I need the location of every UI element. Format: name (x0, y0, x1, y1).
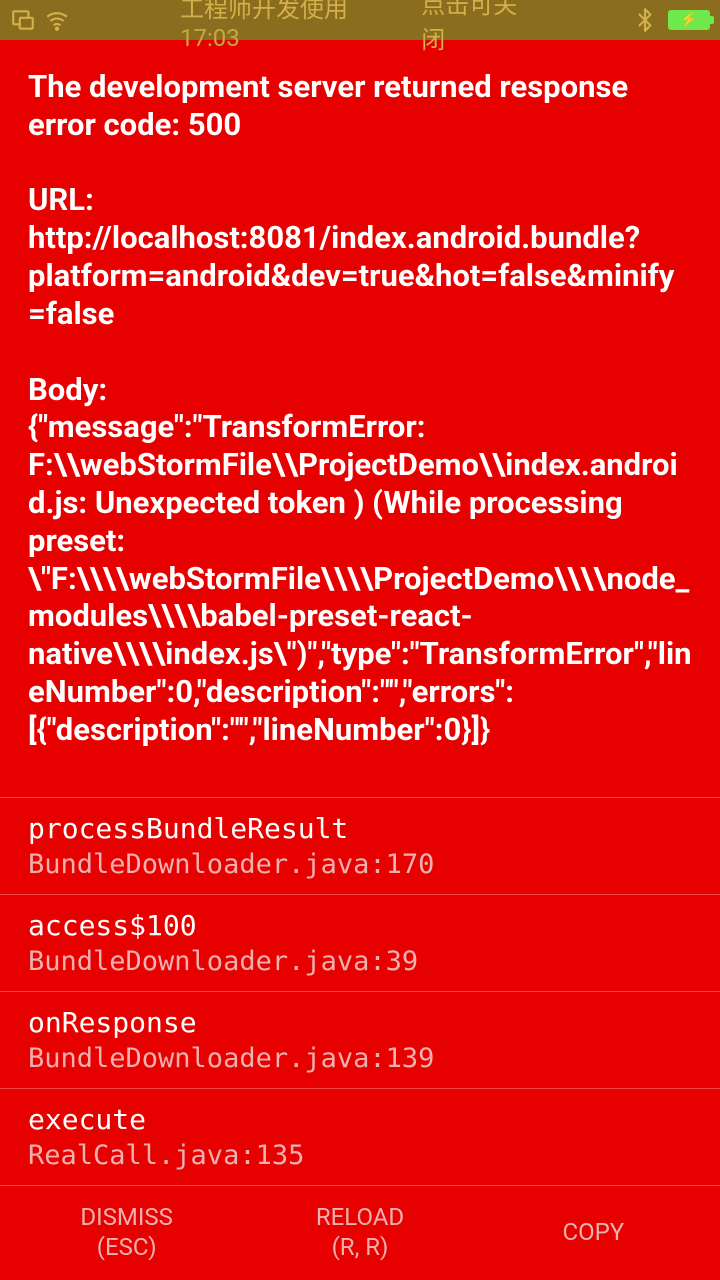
stack-method: processBundleResult (28, 812, 692, 845)
stack-location: RealCall.java:135 (28, 1140, 692, 1171)
stack-trace-list: processBundleResult BundleDownloader.java… (28, 797, 692, 1186)
stack-frame[interactable]: processBundleResult BundleDownloader.java… (0, 797, 720, 895)
status-center: 工程师开发使用17:03 点击可关闭 (180, 0, 540, 55)
screencast-icon (10, 7, 36, 33)
reload-button[interactable]: RELOAD (R, R) (243, 1202, 476, 1262)
dismiss-button[interactable]: DISMISS (ESC) (10, 1202, 243, 1262)
redbox-action-bar: DISMISS (ESC) RELOAD (R, R) COPY (0, 1188, 720, 1280)
battery-charging-icon: ⚡ (680, 12, 697, 28)
battery-icon: ⚡ (668, 10, 710, 30)
stack-location: BundleDownloader.java:170 (28, 849, 692, 880)
bluetooth-icon (632, 7, 658, 33)
status-left (10, 7, 70, 33)
stack-location: BundleDownloader.java:139 (28, 1043, 692, 1074)
status-right: ⚡ (632, 7, 710, 33)
stack-frame[interactable]: access$100 BundleDownloader.java:39 (0, 895, 720, 992)
dev-label[interactable]: 工程师开发使用17:03 (180, 0, 405, 52)
wifi-icon (44, 7, 70, 33)
stack-frame[interactable]: execute RealCall.java:135 (0, 1089, 720, 1186)
copy-button[interactable]: COPY (477, 1217, 710, 1247)
stack-method: onResponse (28, 1006, 692, 1039)
close-hint[interactable]: 点击可关闭 (421, 0, 540, 55)
stack-method: execute (28, 1103, 692, 1136)
stack-location: BundleDownloader.java:39 (28, 946, 692, 977)
error-screen: The development server returned response… (0, 40, 720, 1188)
stack-frame[interactable]: onResponse BundleDownloader.java:139 (0, 992, 720, 1089)
stack-method: access$100 (28, 909, 692, 942)
error-message: The development server returned response… (28, 68, 692, 749)
android-status-bar: 工程师开发使用17:03 点击可关闭 ⚡ (0, 0, 720, 40)
